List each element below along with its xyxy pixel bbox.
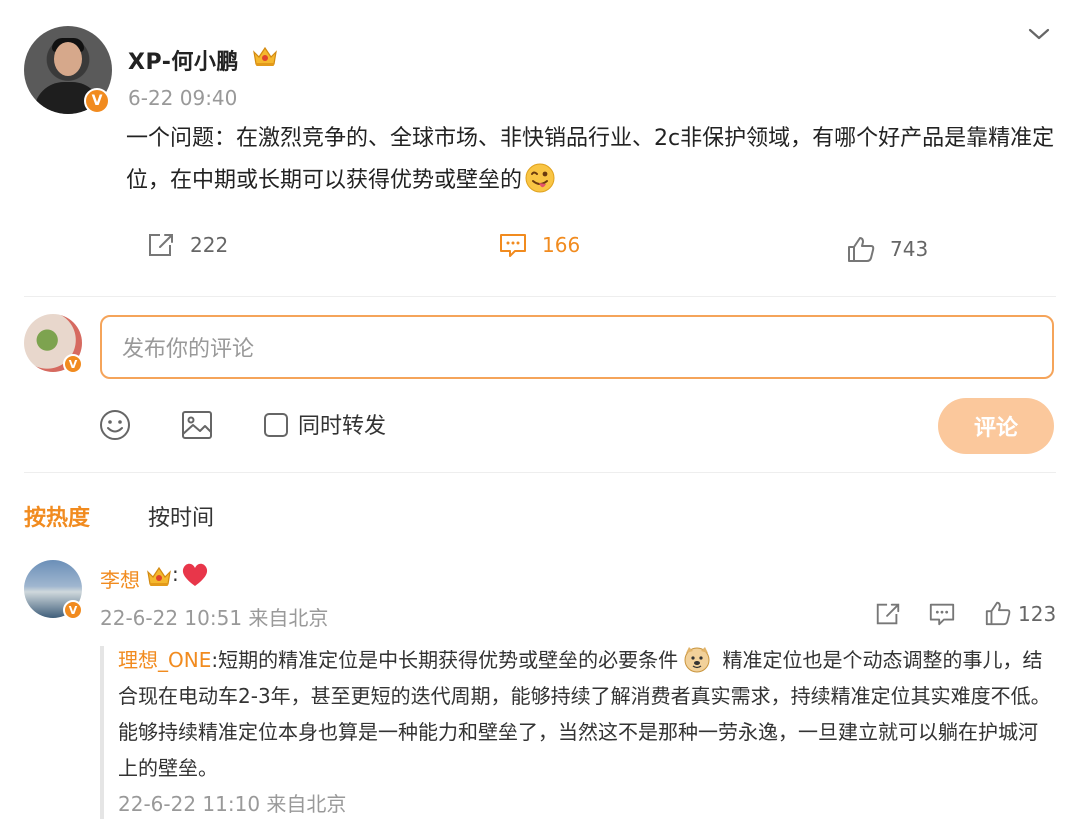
reply-text-part1: :短期的精准定位是中长期获得优势或壁垒的必要条件 — [211, 648, 679, 672]
member-crown-icon[interactable] — [146, 564, 172, 588]
author-name[interactable]: XP-何小鹏 — [128, 44, 239, 76]
share-icon[interactable] — [874, 600, 902, 628]
comment-input-placeholder: 发布你的评论 — [122, 337, 255, 362]
comment-input[interactable]: 发布你的评论 — [100, 315, 1054, 379]
thumbs-up-icon[interactable] — [984, 599, 1012, 627]
comment-like-count: 123 — [1018, 602, 1057, 626]
comment-count: 166 — [542, 233, 581, 257]
post-body: 一个问题：在激烈竞争的、全球市场、非快销品行业、2c非保护领域，有哪个好产品是靠… — [126, 118, 1056, 202]
tab-sort-by-hot[interactable]: 按热度 — [24, 500, 90, 532]
emoji-icon[interactable] — [98, 408, 132, 442]
share-icon — [149, 234, 173, 256]
post-text: 一个问题：在激烈竞争的、全球市场、非快销品行业、2c非保护领域，有哪个好产品是靠… — [126, 126, 1055, 193]
verified-badge-icon: V — [63, 600, 83, 620]
verified-badge-icon: V — [84, 88, 110, 114]
like-button[interactable]: 743 — [846, 232, 928, 266]
like-count: 743 — [890, 237, 929, 261]
thumbs-up-icon — [848, 237, 875, 262]
divider — [24, 472, 1056, 473]
comment-icon — [500, 234, 526, 257]
reply-username[interactable]: 理想_ONE — [118, 648, 211, 672]
commenter-name[interactable]: 李想 — [100, 564, 140, 593]
doge-emoji-icon — [684, 647, 710, 673]
divider — [24, 296, 1056, 297]
repost-count: 222 — [190, 233, 229, 257]
comment-colon: : — [172, 562, 179, 586]
reply-meta: 22-6-22 11:10 来自北京 — [118, 792, 347, 816]
comment-icon[interactable] — [928, 600, 956, 628]
image-icon[interactable] — [180, 408, 214, 442]
member-crown-icon[interactable] — [252, 44, 278, 68]
repost-button[interactable]: 222 — [146, 228, 228, 262]
submit-comment-button[interactable]: 评论 — [938, 398, 1054, 454]
post-timestamp[interactable]: 6-22 09:40 — [128, 86, 237, 110]
verified-badge-icon: V — [63, 354, 83, 374]
tongue-out-emoji-icon — [525, 163, 555, 193]
comment-button[interactable]: 166 — [498, 228, 580, 262]
tab-sort-by-time[interactable]: 按时间 — [148, 500, 214, 532]
also-repost-label[interactable]: 同时转发 — [298, 408, 386, 440]
comment-meta: 22-6-22 10:51 来自北京 — [100, 606, 329, 630]
chevron-down-icon[interactable] — [1026, 24, 1052, 44]
reply-body: 理想_ONE:短期的精准定位是中长期获得优势或壁垒的必要条件 精准定位也是个动态… — [118, 642, 1056, 786]
also-repost-checkbox[interactable] — [264, 413, 288, 437]
heart-emoji-icon — [182, 563, 208, 586]
